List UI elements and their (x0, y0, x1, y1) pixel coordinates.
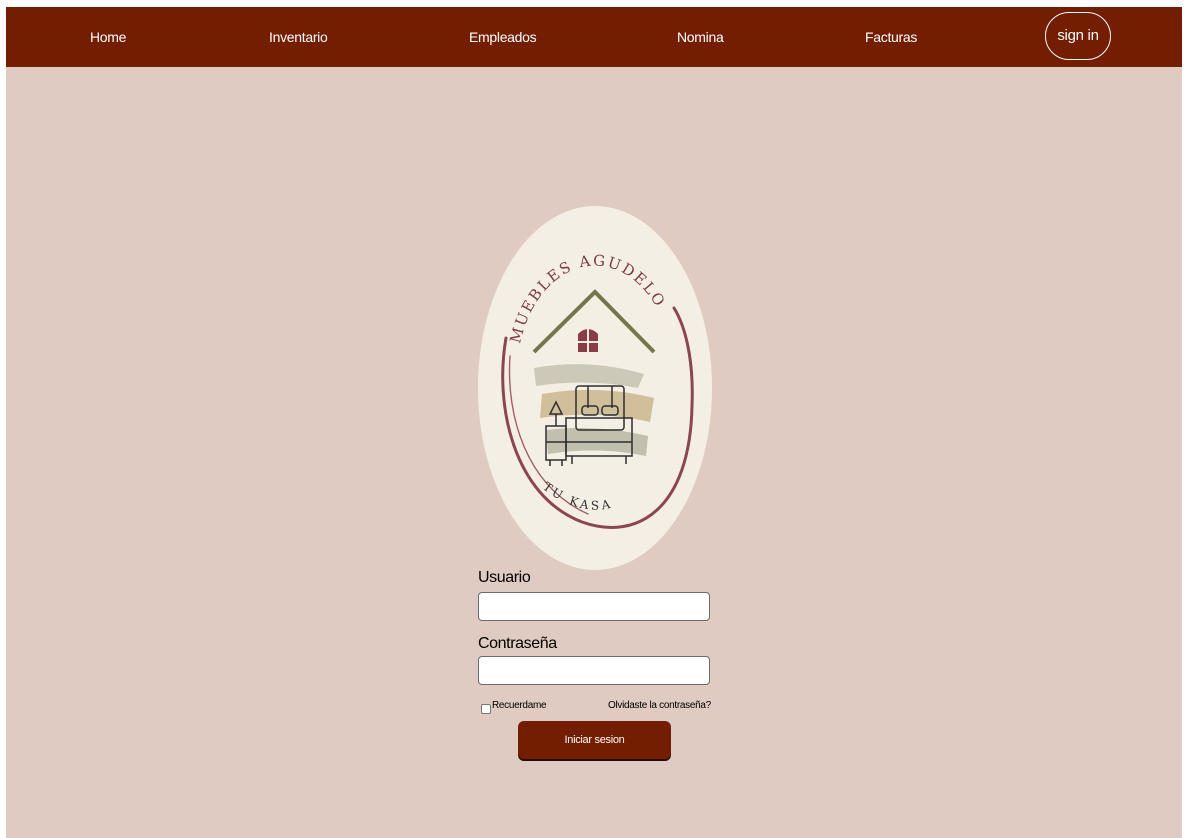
nav-nomina-link[interactable]: Nomina (677, 28, 724, 46)
remember-me-label[interactable]: Recuerdame (492, 700, 547, 711)
nav-inventario-link[interactable]: Inventario (269, 28, 328, 46)
nav-facturas-link[interactable]: Facturas (865, 28, 917, 46)
nav-empleados-link[interactable]: Empleados (469, 28, 537, 46)
login-button[interactable]: Iniciar sesion (518, 721, 671, 759)
top-navbar: Home Inventario Empleados Nomina Factura… (6, 7, 1182, 67)
window-icon (578, 328, 598, 352)
forgot-password-link[interactable]: Olvidaste la contraseña? (608, 700, 711, 711)
company-logo: MUEBLES AGUDELO TU KASA (478, 206, 712, 570)
username-input[interactable] (478, 592, 710, 621)
username-label: Usuario (478, 569, 531, 586)
password-input[interactable] (478, 656, 710, 685)
page-frame: Home Inventario Empleados Nomina Factura… (6, 7, 1182, 838)
remember-me-checkbox[interactable] (481, 704, 491, 714)
sign-in-button[interactable]: sign in (1045, 12, 1111, 60)
nav-home-link[interactable]: Home (90, 28, 126, 46)
password-label: Contraseña (478, 635, 557, 652)
